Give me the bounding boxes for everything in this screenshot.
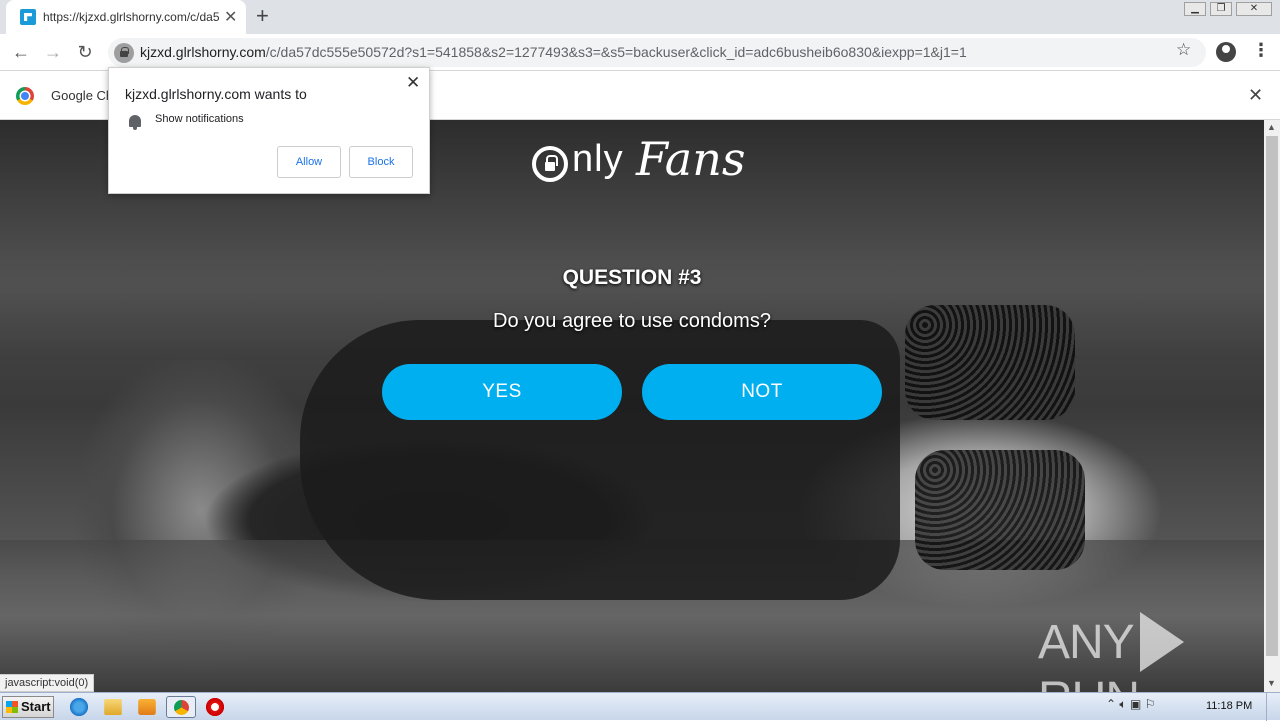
scroll-down-icon[interactable]: ▼ [1267, 678, 1276, 688]
lock-icon[interactable] [114, 43, 134, 63]
back-button[interactable]: ← [9, 40, 33, 64]
profile-avatar-icon[interactable] [1216, 42, 1236, 62]
bell-icon [129, 115, 141, 130]
page-content: nly Fans QUESTION #3 Do you agree to use… [0, 120, 1264, 692]
watermark-left: ANY [1038, 616, 1135, 669]
chrome-logo-icon [16, 87, 34, 105]
site-favicon-icon [20, 9, 36, 25]
network-icon[interactable]: ▣ [1130, 697, 1141, 711]
show-desktop-button[interactable] [1266, 693, 1280, 721]
opera-icon[interactable] [204, 697, 226, 717]
flag-icon[interactable]: ⚐ [1145, 697, 1156, 711]
taskbar-clock[interactable]: 11:18 PM [1206, 700, 1252, 712]
bookmark-star-icon[interactable]: ☆ [1176, 40, 1191, 60]
start-button[interactable]: Start [2, 696, 54, 718]
tab-strip: https://kjzxd.glrlshorny.com/c/da57 ✕ + … [0, 0, 1280, 34]
internet-explorer-icon[interactable] [68, 697, 90, 717]
block-button[interactable]: Block [349, 146, 413, 178]
system-tray[interactable]: ⌃ 🔈︎ ▣ ⚐ [1106, 697, 1155, 712]
status-bar: javascript:void(0) [0, 674, 95, 692]
logo-text-suffix: Fans [636, 132, 746, 186]
vertical-scrollbar[interactable]: ▲ ▼ [1264, 120, 1280, 692]
anyrun-watermark: ANY RUN [1038, 612, 1264, 692]
notification-permission-popup: kjzxd.glrlshorny.com wants to ✕ Show not… [108, 67, 430, 194]
minimize-button[interactable]: ▁ [1184, 2, 1206, 16]
tab-title: https://kjzxd.glrlshorny.com/c/da57 [43, 10, 219, 24]
popup-close-icon[interactable]: ✕ [406, 73, 420, 93]
url-path: /c/da57dc555e50572d?s1=541858&s2=1277493… [265, 44, 967, 60]
url-text[interactable]: kjzxd.glrlshorny.com/c/da57dc555e50572d?… [140, 44, 967, 60]
question-title: QUESTION #3 [562, 266, 702, 289]
address-bar[interactable]: kjzxd.glrlshorny.com/c/da57dc555e50572d?… [108, 38, 1206, 67]
allow-button[interactable]: Allow [277, 146, 341, 178]
window-close-button[interactable]: ✕ [1236, 2, 1272, 16]
no-button[interactable]: NOT [642, 364, 882, 420]
popup-title: kjzxd.glrlshorny.com wants to [125, 86, 307, 102]
file-explorer-icon[interactable] [104, 699, 122, 715]
new-tab-button[interactable]: + [256, 3, 269, 29]
chrome-taskbar-icon[interactable] [166, 696, 196, 718]
play-triangle-icon [1139, 612, 1184, 672]
forward-button[interactable]: → [41, 40, 65, 64]
scroll-up-icon[interactable]: ▲ [1267, 122, 1276, 132]
infobar-close-icon[interactable]: ✕ [1248, 85, 1263, 106]
background-photo-figure [300, 320, 900, 600]
url-host: kjzxd.glrlshorny.com [140, 44, 266, 60]
media-player-icon[interactable] [138, 699, 156, 715]
scrollbar-thumb[interactable] [1266, 136, 1278, 656]
browser-toolbar: ← → ↻ kjzxd.glrlshorny.com/c/da57dc555e5… [0, 34, 1280, 71]
question-text: Do you agree to use condoms? [493, 310, 771, 332]
yes-button[interactable]: YES [382, 364, 622, 420]
onlyfans-logo: nly Fans [532, 130, 746, 190]
windows-taskbar: Start ⌃ 🔈︎ ▣ ⚐ 11:18 PM [0, 692, 1280, 721]
tab-close-icon[interactable]: ✕ [224, 7, 237, 27]
restore-button[interactable]: ❐ [1210, 2, 1232, 16]
menu-kebab-icon[interactable]: ⋮ [1252, 40, 1270, 61]
background-photo-detail [915, 450, 1085, 570]
tray-arrow-icon[interactable]: ⌃ [1106, 697, 1116, 711]
reload-button[interactable]: ↻ [73, 40, 97, 64]
lock-o-icon [532, 146, 568, 182]
volume-icon[interactable]: 🔈︎ [1119, 697, 1126, 711]
watermark-right: RUN [1038, 673, 1140, 692]
infobar-text: Google Ch [51, 88, 114, 103]
logo-text-prefix: nly [572, 138, 624, 180]
browser-tab[interactable]: https://kjzxd.glrlshorny.com/c/da57 ✕ [6, 0, 246, 34]
permission-label: Show notifications [155, 113, 244, 125]
